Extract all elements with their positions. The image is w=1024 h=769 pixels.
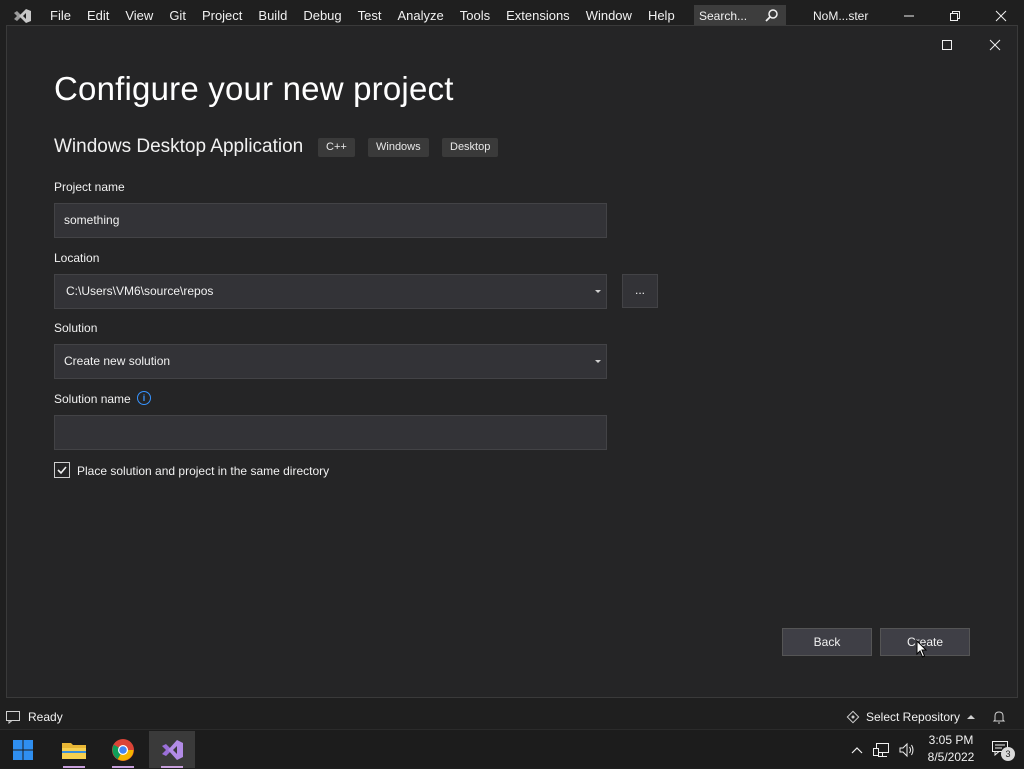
same-directory-checkbox[interactable] xyxy=(54,462,70,478)
taskbar: 3:05 PM 8/5/2022 3 xyxy=(0,729,1024,768)
notification-count-badge: 3 xyxy=(1001,747,1015,761)
configure-project-dialog: Configure your new project Windows Deskt… xyxy=(6,25,1018,698)
search-placeholder: Search... xyxy=(699,9,748,23)
location-label: Location xyxy=(54,251,100,265)
project-name-input[interactable]: something xyxy=(54,203,607,238)
location-combobox[interactable]: C:\Users\VM6\source\repos xyxy=(54,274,607,309)
git-icon xyxy=(846,710,860,724)
tag-cpp: C++ xyxy=(318,138,355,157)
tag-windows: Windows xyxy=(368,138,429,157)
maximize-dialog-icon[interactable] xyxy=(927,30,967,60)
select-repository-button[interactable]: Select Repository xyxy=(846,710,976,724)
status-bar: Ready Select Repository xyxy=(0,705,1024,729)
same-directory-label[interactable]: Place solution and project in the same d… xyxy=(77,464,329,478)
repository-label: Select Repository xyxy=(866,710,961,724)
notification-bell-icon[interactable] xyxy=(992,710,1006,727)
solution-value: Create new solution xyxy=(64,354,171,368)
visual-studio-logo-icon[interactable] xyxy=(10,6,34,26)
solution-label: Solution xyxy=(54,321,98,335)
windows-start-icon[interactable] xyxy=(0,731,46,768)
status-message-icon xyxy=(5,710,21,727)
clock-date: 8/5/2022 xyxy=(927,750,975,764)
browse-location-button[interactable]: ... xyxy=(622,274,658,308)
page-title: Configure your new project xyxy=(54,70,454,107)
visual-studio-taskbar-icon[interactable] xyxy=(149,731,195,768)
mouse-cursor-icon xyxy=(916,639,928,663)
search-box[interactable]: Search... xyxy=(694,5,786,27)
chevron-down-icon[interactable] xyxy=(595,360,601,363)
chevron-up-icon xyxy=(967,715,976,719)
volume-icon[interactable] xyxy=(898,730,916,769)
solution-name-input[interactable] xyxy=(54,415,607,450)
tag-desktop: Desktop xyxy=(442,138,499,157)
file-explorer-icon[interactable] xyxy=(51,731,97,768)
network-icon[interactable] xyxy=(873,730,891,769)
template-name: Windows Desktop Application xyxy=(54,136,304,157)
chrome-icon[interactable] xyxy=(100,731,146,768)
system-clock[interactable]: 3:05 PM 8/5/2022 xyxy=(924,732,978,766)
solution-select[interactable]: Create new solution xyxy=(54,344,607,379)
info-icon[interactable]: i xyxy=(137,391,151,405)
status-text: Ready xyxy=(28,710,63,724)
close-dialog-icon[interactable] xyxy=(975,30,1015,60)
checkmark-icon xyxy=(57,466,67,475)
clock-time: 3:05 PM xyxy=(928,733,974,747)
back-button[interactable]: Back xyxy=(782,628,872,656)
show-hidden-icons-icon[interactable] xyxy=(850,730,864,769)
location-value: C:\Users\VM6\source\repos xyxy=(66,284,214,298)
chevron-down-icon[interactable] xyxy=(595,290,601,293)
project-name-label: Project name xyxy=(54,180,125,194)
solution-name-label: Solution name xyxy=(54,392,131,406)
search-icon[interactable] xyxy=(765,8,779,25)
